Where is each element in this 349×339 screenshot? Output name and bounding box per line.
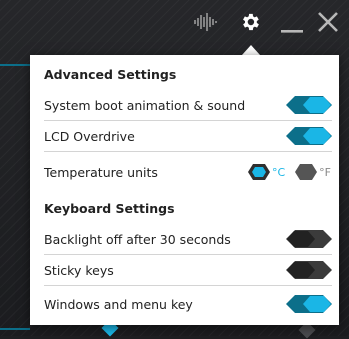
- close-icon[interactable]: [315, 9, 341, 35]
- sticky-keys-toggle[interactable]: [286, 261, 332, 279]
- setting-row-temperature-units: Temperature units °C °F: [44, 157, 332, 187]
- background-accent-line: [0, 328, 30, 330]
- celsius-option[interactable]: °C: [247, 164, 286, 180]
- setting-label: LCD Overdrive: [44, 128, 135, 144]
- temperature-unit-selector: °C °F: [247, 164, 331, 180]
- backlight-timeout-toggle[interactable]: [286, 230, 332, 248]
- setting-row-lcd-overdrive: LCD Overdrive: [44, 121, 332, 152]
- setting-row-windows-key: Windows and menu key: [44, 289, 332, 319]
- windows-key-toggle[interactable]: [286, 295, 332, 313]
- minimize-icon[interactable]: [279, 9, 305, 35]
- setting-row-sticky-keys: Sticky keys: [44, 255, 332, 286]
- popup-pointer: [242, 45, 260, 55]
- advanced-settings-header: Advanced Settings: [44, 67, 177, 82]
- fahrenheit-label: °F: [319, 165, 331, 179]
- lcd-overdrive-toggle[interactable]: [286, 127, 332, 145]
- fahrenheit-option[interactable]: °F: [295, 164, 331, 180]
- setting-label: Backlight off after 30 seconds: [44, 231, 231, 247]
- settings-popup: Advanced Settings System boot animation …: [30, 55, 339, 325]
- celsius-label: °C: [271, 165, 286, 179]
- setting-label: Sticky keys: [44, 262, 114, 278]
- selected-hexagon-icon: [247, 164, 270, 180]
- setting-row-boot-animation: System boot animation & sound: [44, 90, 332, 121]
- setting-label: System boot animation & sound: [44, 97, 246, 113]
- unselected-hexagon-icon: [295, 164, 318, 180]
- setting-row-backlight-timeout: Backlight off after 30 seconds: [44, 224, 332, 255]
- boot-animation-toggle[interactable]: [286, 96, 332, 114]
- setting-label: Windows and menu key: [44, 296, 193, 312]
- keyboard-settings-header: Keyboard Settings: [44, 201, 175, 216]
- background-accent-line: [0, 64, 30, 66]
- setting-label: Temperature units: [44, 164, 158, 180]
- title-bar: [0, 0, 349, 44]
- gear-icon[interactable]: [236, 9, 264, 35]
- audio-wave-icon[interactable]: [193, 9, 217, 35]
